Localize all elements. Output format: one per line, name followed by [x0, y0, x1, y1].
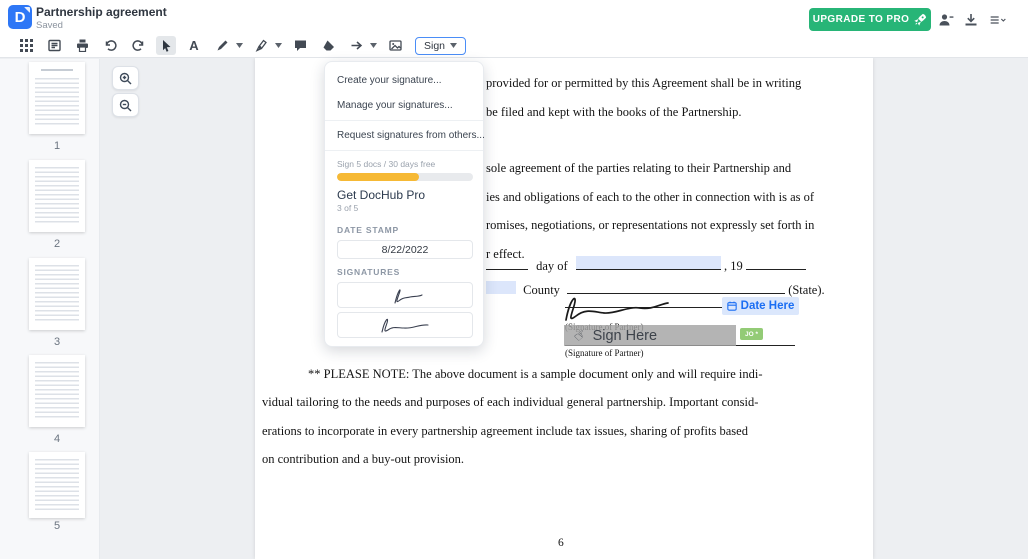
- date-here-field[interactable]: Date Here: [722, 297, 799, 315]
- dochub-app: D Partnership agreement Saved UPGRADE TO…: [0, 0, 1028, 559]
- date-stamp-option[interactable]: 8/22/2022: [337, 240, 473, 259]
- apps-grid-icon[interactable]: [16, 36, 36, 55]
- pages-panel-icon[interactable]: [44, 36, 64, 55]
- menu-item-manage-signatures[interactable]: Manage your signatures...: [325, 93, 483, 118]
- doc-text-line: romises, negotiations, or representation…: [486, 218, 815, 232]
- sign-here-label: Sign Here: [592, 327, 658, 344]
- date-here-label: Date Here: [740, 300, 795, 312]
- placed-signature[interactable]: [556, 290, 688, 324]
- dochub-logo[interactable]: D: [8, 5, 32, 29]
- blank-line: [486, 259, 528, 270]
- undo-icon[interactable]: [100, 36, 120, 55]
- erase-tool[interactable]: [318, 36, 338, 55]
- date-field-highlight[interactable]: [575, 256, 721, 270]
- arrow-tool[interactable]: [346, 36, 366, 55]
- sign-here-field[interactable]: ☞ Sign Here: [564, 325, 736, 346]
- comment-tool[interactable]: [290, 36, 310, 55]
- signature-caption-2: (Signature of Partner): [565, 348, 644, 358]
- sign-draw-tool-caret[interactable]: [236, 36, 243, 55]
- upgrade-label: UPGRADE TO PRO: [812, 14, 910, 25]
- text-tool[interactable]: A: [184, 36, 204, 55]
- doc-text-line: sole agreement of the parties relating t…: [486, 161, 792, 175]
- sign-button[interactable]: Sign: [415, 36, 467, 55]
- note-line: vidual tailoring to the needs and purpos…: [262, 395, 759, 409]
- zoom-out-button[interactable]: [112, 93, 139, 117]
- rocket-icon: [914, 13, 927, 26]
- menu-divider: [325, 120, 483, 121]
- page-number: 6: [558, 537, 564, 549]
- save-status: Saved: [36, 20, 63, 31]
- pointing-hand-icon: ☞: [570, 324, 590, 346]
- sign-draw-tool[interactable]: [212, 36, 232, 55]
- signatures-section-label: SIGNATURES: [337, 267, 401, 277]
- trial-text: Sign 5 docs / 30 days free: [337, 159, 436, 169]
- zoom-controls: [112, 66, 139, 117]
- signature-preview-1: [394, 289, 423, 304]
- calendar-icon: [726, 301, 737, 311]
- page-thumbnail-1[interactable]: [29, 62, 85, 134]
- download-icon[interactable]: [963, 12, 981, 28]
- doc-text-line: ies and obligations of each to the other…: [486, 190, 815, 204]
- note-line: ** PLEASE NOTE: The above document is a …: [308, 367, 763, 381]
- doc-text-line: provided for or permitted by this Agreem…: [486, 76, 802, 90]
- day-of-label: day of: [536, 259, 568, 273]
- sign-dropdown-menu: Create your signature... Manage your sig…: [324, 61, 485, 347]
- edit-toolbar: A Sign: [0, 34, 1028, 58]
- page-thumbnail-5[interactable]: [29, 452, 85, 518]
- highlight-tool[interactable]: [251, 36, 271, 55]
- doc-text-line: be filed and kept with the books of the …: [486, 105, 742, 119]
- add-user-icon[interactable]: [938, 12, 956, 28]
- menu-divider: [325, 150, 483, 151]
- page-thumbnail-3[interactable]: [29, 258, 85, 330]
- note-line: on contribution and a buy-out provision.: [262, 452, 465, 466]
- saved-signature-option-2[interactable]: [337, 312, 473, 338]
- page-label-4: 4: [53, 433, 61, 445]
- doc-day-of-line: day of , 19: [486, 256, 806, 274]
- page-label-5: 5: [53, 520, 61, 532]
- menu-item-request-signatures[interactable]: Request signatures from others...: [325, 123, 485, 148]
- document-title: Partnership agreement: [36, 5, 167, 19]
- blank-line: [745, 259, 806, 270]
- get-dochub-pro-link[interactable]: Get DocHub Pro: [325, 183, 483, 202]
- zoom-in-button[interactable]: [112, 66, 139, 90]
- main-menu-icon[interactable]: [990, 12, 1016, 28]
- trial-usage-count: 3 of 5: [337, 203, 359, 213]
- page-label-1: 1: [53, 140, 61, 152]
- select-cursor-tool[interactable]: [156, 36, 176, 55]
- sign-button-caret-icon: [450, 43, 458, 48]
- logo-fold-decoration: [24, 7, 30, 13]
- image-tool[interactable]: [385, 36, 405, 55]
- trial-progress-section: Sign 5 docs / 30 days free: [325, 153, 483, 183]
- page-label-3: 3: [53, 336, 61, 348]
- upgrade-to-pro-button[interactable]: UPGRADE TO PRO: [809, 8, 931, 31]
- page-label-2: 2: [53, 238, 61, 250]
- page-thumbnail-2[interactable]: [29, 160, 85, 232]
- state-label: (State).: [788, 283, 825, 297]
- note-line: erations to incorporate in every partner…: [262, 424, 748, 438]
- menu-item-create-signature[interactable]: Create your signature...: [325, 68, 483, 93]
- signer-initials-badge[interactable]: JO *: [740, 328, 764, 340]
- county-field-highlight[interactable]: [486, 281, 516, 294]
- highlight-tool-caret[interactable]: [275, 36, 282, 55]
- pages-sidebar: 1 2 3 4 5: [0, 59, 100, 559]
- print-icon[interactable]: [72, 36, 92, 55]
- saved-signature-option-1[interactable]: [337, 282, 473, 308]
- arrow-tool-caret[interactable]: [370, 36, 377, 55]
- year-label: , 19: [723, 259, 743, 273]
- trial-progress-fill: [337, 173, 419, 181]
- sign-button-label: Sign: [424, 39, 446, 52]
- date-stamp-section-label: DATE STAMP: [337, 225, 399, 235]
- app-header: D Partnership agreement Saved UPGRADE TO…: [0, 0, 1028, 34]
- trial-progress-bar: [337, 173, 473, 181]
- redo-icon[interactable]: [128, 36, 148, 55]
- page-thumbnail-4[interactable]: [29, 355, 85, 427]
- signature-preview-2: [381, 318, 429, 333]
